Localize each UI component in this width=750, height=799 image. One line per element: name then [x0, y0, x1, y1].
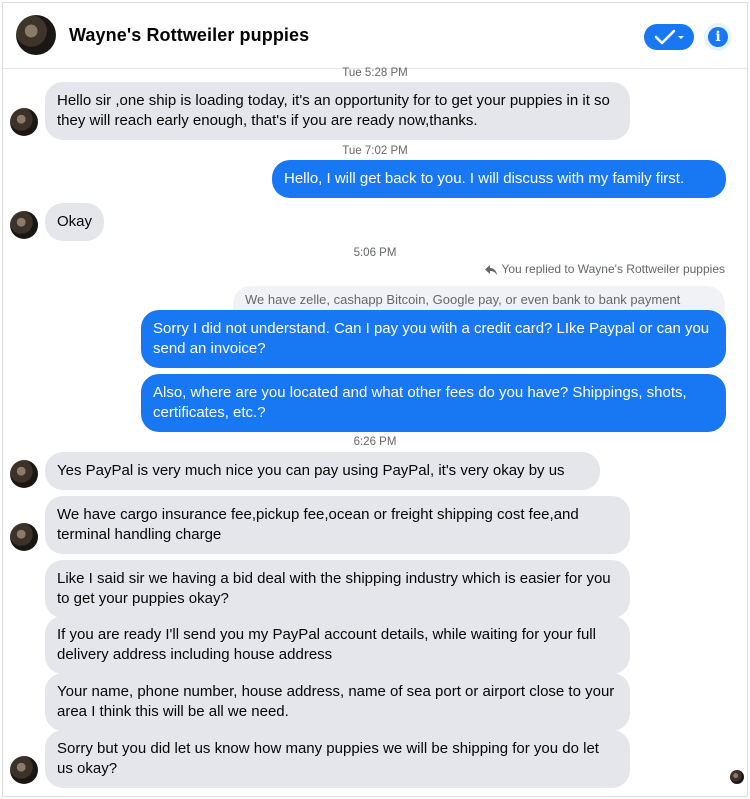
sender-avatar[interactable]	[10, 523, 38, 551]
message-received[interactable]: Like I said sir we having a bid deal wit…	[45, 560, 630, 618]
message-sent[interactable]: Hello, I will get back to you. I will di…	[272, 160, 726, 198]
info-icon: i	[708, 27, 728, 47]
message-received[interactable]: We have cargo insurance fee,pickup fee,o…	[45, 496, 630, 554]
sender-avatar[interactable]	[10, 460, 38, 488]
timestamp: Tue 5:28 PM	[342, 67, 408, 79]
mark-read-button[interactable]	[644, 24, 694, 50]
message-received[interactable]: Yes PayPal is very much nice you can pay…	[45, 452, 600, 490]
reply-indicator: You replied to Wayne's Rottweiler puppie…	[485, 262, 725, 276]
message-received[interactable]: Your name, phone number, house address, …	[45, 673, 630, 731]
info-button[interactable]: i	[704, 23, 732, 51]
sender-avatar[interactable]	[10, 211, 38, 239]
checkmark-dropdown-icon	[654, 29, 684, 45]
chat-title[interactable]: Wayne's Rottweiler puppies	[69, 25, 309, 46]
reply-arrow-icon	[485, 265, 498, 275]
chat-window: Wayne's Rottweiler puppies i Tue 5:28 PM…	[2, 2, 748, 797]
message-received[interactable]: Hello sir ,one ship is loading today, it…	[45, 82, 630, 140]
chat-header: Wayne's Rottweiler puppies i	[3, 3, 747, 69]
message-received[interactable]: If you are ready I'll send you my PayPal…	[45, 616, 630, 674]
message-sent[interactable]: Also, where are you located and what oth…	[141, 374, 726, 432]
sender-avatar[interactable]	[10, 108, 38, 136]
message-received[interactable]: Okay	[45, 203, 104, 241]
seen-receipt-avatar	[730, 770, 744, 784]
sender-avatar[interactable]	[10, 756, 38, 784]
message-received[interactable]: Sorry but you did let us know how many p…	[45, 730, 630, 788]
timestamp: 5:06 PM	[353, 247, 397, 259]
reply-note-text: You replied to Wayne's Rottweiler puppie…	[501, 262, 725, 276]
timestamp: 6:26 PM	[353, 436, 397, 448]
timestamp: Tue 7:02 PM	[342, 145, 408, 157]
contact-avatar[interactable]	[16, 15, 56, 55]
message-sent[interactable]: Sorry I did not understand. Can I pay yo…	[141, 310, 726, 368]
